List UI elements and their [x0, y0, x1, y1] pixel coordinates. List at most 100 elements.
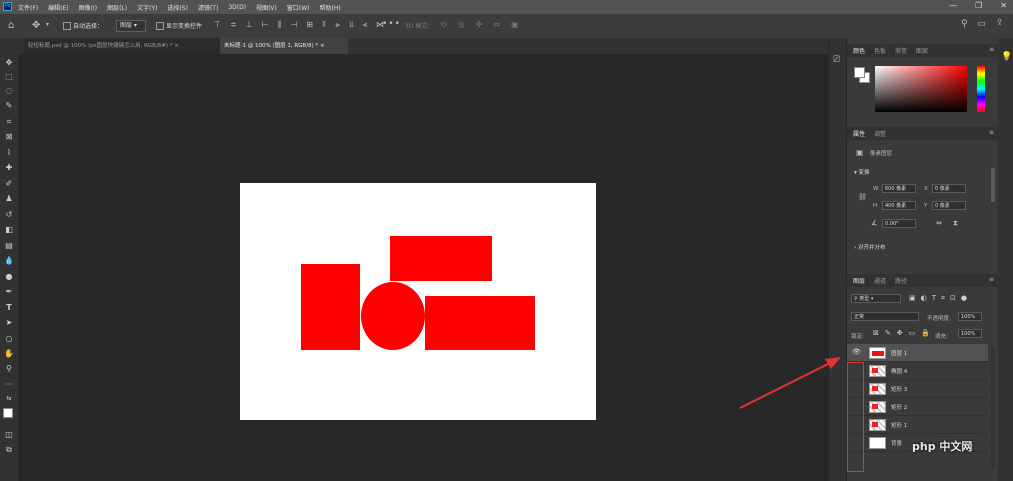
auto-select-dropdown[interactable]: 图层 ▾ — [116, 20, 146, 32]
align-hcenter-icon[interactable]: ⫼ — [278, 20, 282, 30]
blend-mode-dropdown[interactable]: 正常 — [851, 312, 919, 321]
distribute-left-icon[interactable]: ⫷ — [363, 20, 368, 30]
close-button[interactable]: ✕ — [1000, 1, 1007, 10]
clone-stamp-icon[interactable]: ♟ — [0, 192, 18, 206]
lock-transparent-icon[interactable]: ⊠ — [873, 329, 879, 337]
align-top-icon[interactable]: ⊤ — [214, 20, 221, 30]
quick-mask-icon[interactable]: ◫ — [0, 428, 18, 442]
lock-artboard-icon[interactable]: ▭ — [909, 329, 916, 337]
tab-channels[interactable]: 通道 — [874, 276, 886, 285]
more-tools-icon[interactable]: ··· — [0, 378, 18, 392]
align-section-title[interactable]: › 对齐并分布 — [854, 243, 885, 251]
eyedropper-tool-icon[interactable]: ⌇ — [0, 146, 18, 160]
distribute-vcenter-icon[interactable]: ⫸ — [336, 20, 341, 30]
panel-menu-icon[interactable]: ≡ — [989, 129, 994, 136]
show-transform-checkbox[interactable] — [156, 22, 164, 30]
document-canvas[interactable] — [240, 183, 596, 420]
learn-lightbulb-icon[interactable]: 💡 — [1001, 52, 1012, 62]
menu-edit[interactable]: 编辑(E) — [48, 3, 68, 12]
pen-tool-icon[interactable]: ✒ — [0, 285, 18, 299]
fill-field[interactable]: 100% — [958, 329, 982, 338]
y-field[interactable]: 0 像素 — [932, 201, 966, 210]
3d-scale-icon[interactable]: ▣ — [511, 20, 519, 29]
eye-icon[interactable]: 👁 — [852, 348, 861, 356]
3d-roll-icon[interactable]: ◎ — [458, 20, 465, 29]
screen-mode-icon[interactable]: ⧉ — [0, 443, 18, 457]
search-icon[interactable]: ⚲ — [961, 19, 968, 29]
layer-row-rect2[interactable]: 矩形 2 — [847, 398, 988, 416]
move-tool-icon[interactable]: ✥ — [0, 56, 18, 70]
home-icon[interactable]: ⌂ — [8, 20, 14, 31]
3d-pan-icon[interactable]: ✣ — [476, 20, 483, 29]
menu-filter[interactable]: 滤镜(T) — [198, 3, 218, 12]
opacity-field[interactable]: 100% — [958, 312, 982, 321]
properties-scrollbar[interactable] — [991, 168, 995, 202]
filter-adjustment-icon[interactable]: ◐ — [921, 294, 927, 303]
close-tab-icon[interactable]: × — [174, 43, 179, 49]
menu-help[interactable]: 帮助(H) — [320, 3, 341, 12]
more-options-icon[interactable]: ••• — [382, 19, 401, 29]
panel-menu-icon[interactable]: ≡ — [989, 276, 994, 283]
align-bottom-icon[interactable]: ⊥ — [246, 20, 253, 30]
angle-field[interactable]: 0.00° — [882, 219, 916, 228]
frame-tool-icon[interactable]: ⊠ — [0, 130, 18, 144]
menu-type[interactable]: 文字(Y) — [137, 3, 157, 12]
lock-all-icon[interactable]: 🔒 — [921, 329, 930, 337]
path-select-icon[interactable]: ➤ — [0, 316, 18, 330]
menu-image[interactable]: 图像(I) — [79, 3, 97, 12]
layer-filter-dropdown[interactable]: ⚲ 类型 ▾ — [851, 294, 901, 303]
tab-patterns[interactable]: 图案 — [916, 46, 928, 55]
3d-rotate-icon[interactable]: ⟲ — [440, 20, 447, 29]
align-vcenter-icon[interactable]: ≑ — [230, 20, 237, 30]
flip-vertical-icon[interactable]: ⧗ — [953, 219, 958, 228]
tab-color[interactable]: 颜色 — [853, 46, 865, 55]
tab-adjustments[interactable]: 调整 — [874, 129, 886, 138]
align-right-icon[interactable]: ⊣ — [290, 20, 297, 30]
menu-window[interactable]: 窗口(W) — [287, 3, 310, 12]
move-tool-icon[interactable]: ✥ — [32, 20, 40, 31]
tab-properties[interactable]: 属性 — [853, 129, 865, 138]
foreground-color-swatch[interactable] — [854, 67, 865, 78]
marquee-tool-icon[interactable]: ⬚ — [0, 70, 18, 84]
crop-tool-icon[interactable]: ⌗ — [0, 115, 18, 129]
layer-row-ellipse4[interactable]: 椭圆 4 — [847, 362, 988, 380]
history-panel-icon[interactable]: ⎚ — [833, 55, 840, 65]
minimize-button[interactable]: — — [949, 1, 957, 10]
history-brush-icon[interactable]: ↺ — [0, 208, 18, 222]
lock-position-icon[interactable]: ✥ — [897, 329, 903, 337]
share-icon[interactable]: ⇪ — [996, 18, 1004, 28]
filter-smart-icon[interactable]: ⊡ — [950, 294, 956, 303]
height-field[interactable]: 400 像素 — [882, 201, 916, 210]
menu-select[interactable]: 选择(S) — [167, 3, 188, 12]
menu-layer[interactable]: 图层(L) — [107, 3, 127, 12]
tab-gradients[interactable]: 渐变 — [895, 46, 907, 55]
type-tool-icon[interactable]: T — [0, 301, 18, 315]
distribute-bottom-icon[interactable]: ⫫ — [349, 20, 354, 30]
doc-tab-2[interactable]: 未标题-1 @ 100% (图层 1, RGB/8) * × — [220, 38, 348, 54]
filter-pixel-icon[interactable]: ▣ — [909, 294, 916, 303]
filter-toggle-icon[interactable]: ● — [961, 294, 967, 303]
menu-file[interactable]: 文件(F) — [18, 3, 38, 12]
layers-scrollbar[interactable] — [991, 348, 995, 468]
restore-button[interactable]: ❐ — [975, 1, 982, 10]
chevron-down-icon[interactable]: ▾ — [46, 21, 49, 28]
lasso-tool-icon[interactable]: ◌ — [0, 84, 18, 98]
layer-row-layer1[interactable]: 👁 图层 1 — [847, 344, 988, 362]
doc-tab-1[interactable]: 轻短标题.psd @ 100% (ps图层快捷键怎么用, RGB/8#) * × — [24, 38, 220, 54]
align-left-icon[interactable]: ⊢ — [262, 20, 269, 30]
tab-paths[interactable]: 路径 — [895, 276, 907, 285]
foreground-color-swatch[interactable] — [3, 408, 13, 418]
tab-swatches[interactable]: 色板 — [874, 46, 886, 55]
transform-section-title[interactable]: ▾ 变换 — [854, 168, 870, 176]
gradient-tool-icon[interactable]: ▤ — [0, 239, 18, 253]
distribute-icon[interactable]: ⊞ — [306, 20, 313, 30]
menu-3d[interactable]: 3D(D) — [228, 4, 246, 11]
menu-view[interactable]: 视图(V) — [256, 3, 277, 12]
layer-row-rect3[interactable]: 矩形 3 — [847, 380, 988, 398]
tab-layers[interactable]: 图层 — [853, 276, 865, 285]
layer-row-rect1[interactable]: 矩形 1 — [847, 416, 988, 434]
flip-horizontal-icon[interactable]: ⇹ — [936, 219, 942, 227]
width-field[interactable]: 600 像素 — [882, 184, 916, 193]
distribute-top-icon[interactable]: ⫪ — [322, 20, 327, 30]
blur-tool-icon[interactable]: 💧 — [0, 254, 18, 268]
